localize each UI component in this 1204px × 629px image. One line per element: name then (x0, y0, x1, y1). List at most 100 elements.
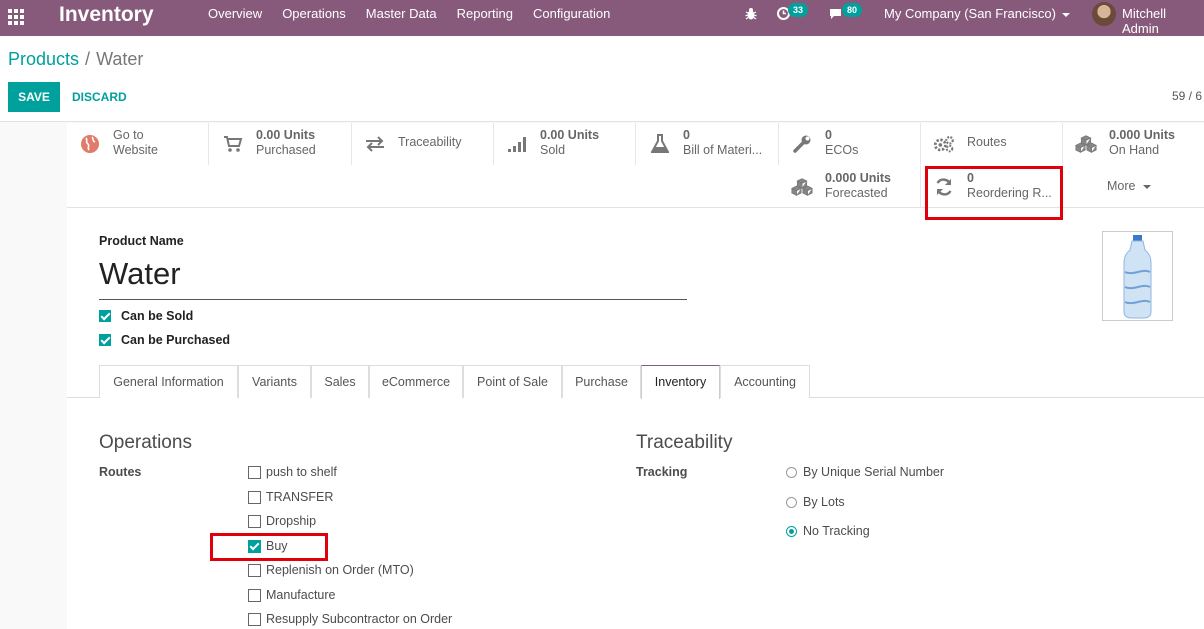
top-navbar: Inventory Overview Operations Master Dat… (0, 0, 1204, 36)
forecasted-label: Forecasted (825, 186, 888, 200)
purchased-button[interactable]: 0.00 Units Purchased (210, 123, 352, 165)
website-button[interactable]: Go to Website (67, 123, 209, 165)
breadcrumb-current: Water (96, 49, 144, 69)
main-menu: Overview Operations Master Data Reportin… (198, 0, 620, 36)
control-panel: Products / Water SAVE DISCARD 59 / 6 (0, 36, 1204, 122)
route-manufacture-checkbox[interactable] (248, 589, 261, 602)
tracking-serial-radio[interactable] (786, 467, 797, 478)
route-mto-label: Replenish on Order (MTO) (266, 563, 414, 577)
route-push-to-shelf-label: push to shelf (266, 465, 337, 479)
more-dropdown[interactable]: More (1107, 179, 1152, 193)
website-button-line2: Website (113, 143, 158, 157)
company-name: My Company (San Francisco) (884, 6, 1056, 21)
forecasted-value: 0.000 Units (825, 171, 892, 185)
on-hand-value: 0.000 Units (1109, 128, 1176, 142)
flask-icon (649, 133, 671, 155)
tracking-field-label: Tracking (636, 465, 688, 479)
save-button[interactable]: SAVE (8, 82, 60, 112)
route-dropship-label: Dropship (266, 514, 317, 528)
traceability-button[interactable]: Traceability (352, 123, 494, 165)
breadcrumb-separator: / (85, 49, 91, 69)
tab-purchase[interactable]: Purchase (562, 365, 641, 398)
sold-value: 0.00 Units (540, 128, 600, 142)
tracking-lots-label: By Lots (803, 495, 845, 509)
route-manufacture-label: Manufacture (266, 588, 336, 602)
route-resupply-subcontractor-label: Resupply Subcontractor on Order (266, 612, 453, 626)
website-button-line1: Go to (113, 128, 144, 142)
ecos-value: 0 (825, 128, 832, 142)
tracking-lots-radio[interactable] (786, 497, 797, 508)
menu-operations[interactable]: Operations (272, 0, 356, 28)
product-image[interactable] (1102, 231, 1173, 321)
tab-sales[interactable]: Sales (311, 365, 369, 398)
breadcrumb: Products / Water (8, 49, 143, 70)
bill-of-materials-button[interactable]: 0 Bill of Materi... (637, 123, 779, 165)
app-title[interactable]: Inventory (59, 3, 154, 27)
route-resupply-subcontractor-checkbox[interactable] (248, 613, 261, 626)
purchased-label: Purchased (256, 143, 316, 157)
routes-button[interactable]: Routes (921, 123, 1063, 165)
cart-icon (222, 133, 244, 155)
discard-button[interactable]: DISCARD (72, 82, 127, 112)
notebook-tabs: General Information Variants Sales eComm… (67, 365, 1204, 399)
apps-grid-icon[interactable] (8, 9, 26, 27)
pager-value[interactable]: 59 / 6 (1172, 89, 1202, 103)
route-mto-checkbox[interactable] (248, 564, 261, 577)
breadcrumb-products[interactable]: Products (8, 49, 79, 69)
can-be-purchased-checkbox[interactable] (99, 334, 111, 346)
chevron-down-icon (1061, 12, 1070, 17)
buy-route-highlight (210, 533, 328, 561)
route-dropship-checkbox[interactable] (248, 515, 261, 528)
product-name-input[interactable]: Water (99, 254, 687, 300)
ecos-button[interactable]: 0 ECOs (779, 123, 921, 165)
globe-icon (79, 133, 101, 155)
traceability-label: Traceability (398, 135, 462, 149)
can-be-purchased-label: Can be Purchased (121, 333, 231, 347)
tab-variants[interactable]: Variants (238, 365, 311, 398)
water-bottle-icon (1123, 235, 1152, 319)
tracking-serial-label: By Unique Serial Number (803, 465, 945, 479)
operations-title: Operations (99, 432, 192, 453)
purchased-value: 0.00 Units (256, 128, 316, 142)
forecasted-button[interactable]: 0.000 Units Forecasted (779, 166, 921, 208)
wrench-icon (791, 133, 813, 155)
menu-configuration[interactable]: Configuration (523, 0, 620, 28)
reordering-highlight (925, 166, 1063, 220)
route-transfer-checkbox[interactable] (248, 491, 261, 504)
tab-accounting[interactable]: Accounting (720, 365, 810, 398)
sold-button[interactable]: 0.00 Units Sold (494, 123, 636, 165)
gears-icon (933, 133, 955, 155)
more-label: More (1107, 179, 1136, 193)
can-be-sold-label: Can be Sold (121, 309, 194, 323)
arrows-exchange-icon (364, 133, 386, 155)
tab-ecommerce[interactable]: eCommerce (369, 365, 463, 398)
chevron-down-icon (1143, 184, 1152, 189)
bom-value: 0 (683, 128, 690, 142)
on-hand-button[interactable]: 0.000 Units On Hand (1063, 123, 1204, 165)
left-gutter (0, 123, 67, 629)
menu-master-data[interactable]: Master Data (356, 0, 447, 28)
signal-bars-icon (506, 133, 528, 155)
menu-overview[interactable]: Overview (198, 0, 272, 28)
sold-label: Sold (540, 143, 566, 157)
route-push-to-shelf-checkbox[interactable] (248, 466, 261, 479)
routes-field-label: Routes (99, 465, 142, 479)
activity-badge: 33 (788, 3, 809, 17)
tracking-none-radio[interactable] (786, 526, 797, 537)
traceability-title: Traceability (636, 432, 733, 453)
routes-label: Routes (967, 135, 1007, 149)
tab-point-of-sale[interactable]: Point of Sale (463, 365, 562, 398)
product-name-label: Product Name (99, 234, 184, 248)
tracking-none-label: No Tracking (803, 524, 870, 538)
menu-reporting[interactable]: Reporting (447, 0, 523, 28)
ecos-label: ECOs (825, 143, 859, 157)
cubes-icon (791, 176, 813, 198)
bom-label: Bill of Materi... (683, 143, 763, 157)
avatar[interactable] (1092, 2, 1116, 26)
route-transfer-label: TRANSFER (266, 490, 334, 504)
tab-general-information[interactable]: General Information (99, 365, 238, 398)
cubes-icon (1075, 133, 1097, 155)
tab-inventory[interactable]: Inventory (641, 365, 720, 399)
can-be-sold-checkbox[interactable] (99, 310, 111, 322)
messages-badge: 80 (842, 3, 863, 17)
